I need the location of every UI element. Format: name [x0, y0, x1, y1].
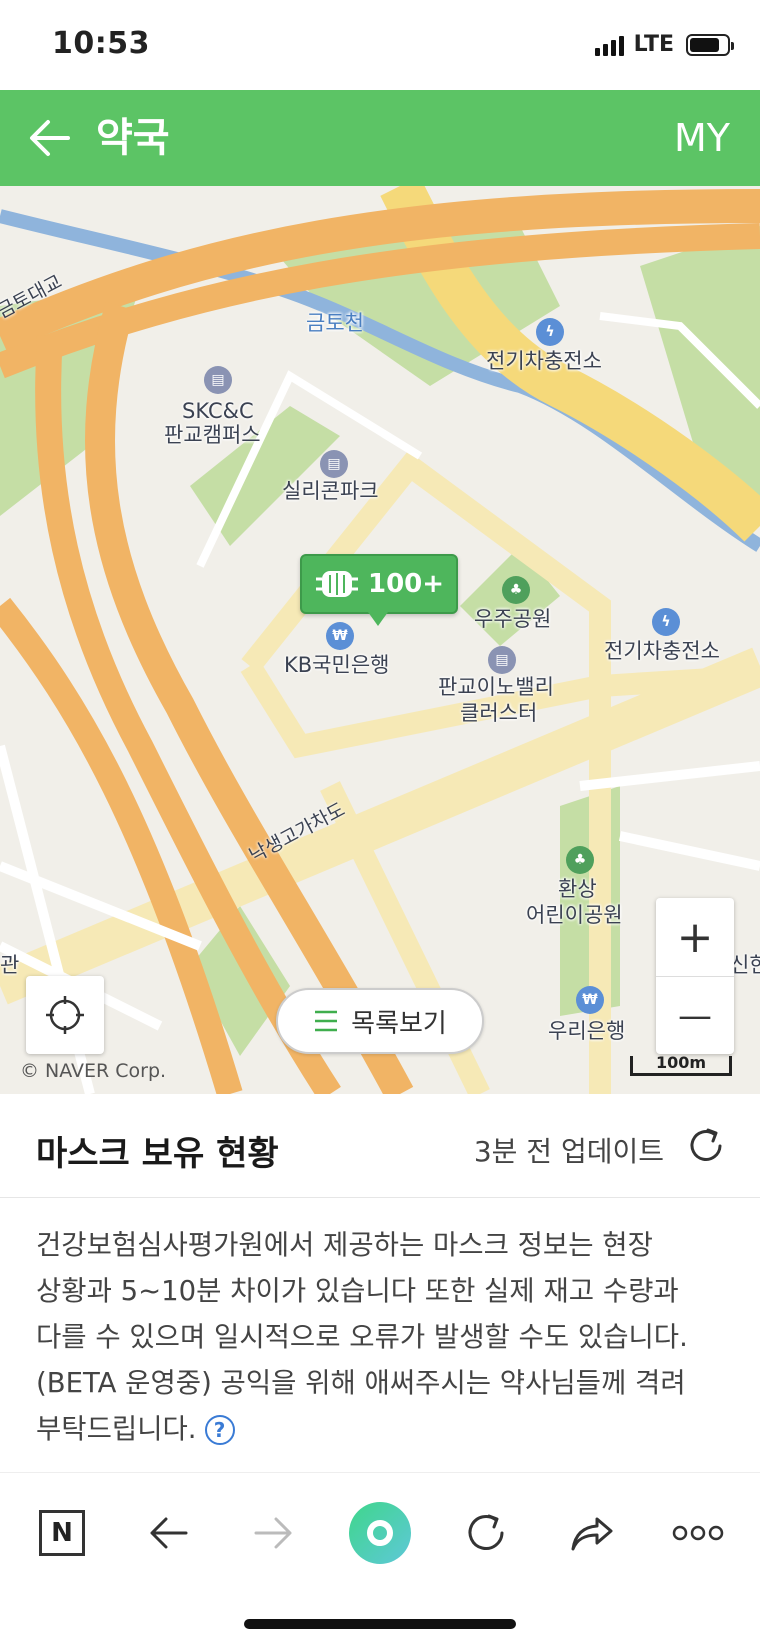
signal-icon	[594, 34, 624, 56]
park-icon: ♣	[502, 576, 530, 604]
zoom-in-button[interactable]: +	[656, 898, 734, 976]
network-type: LTE	[633, 32, 674, 57]
browser-back-button[interactable]	[134, 1499, 202, 1567]
status-indicators: LTE	[594, 32, 734, 57]
browser-share-button[interactable]	[558, 1499, 626, 1567]
ev-station-label: 전기차충전소	[604, 639, 720, 663]
innovalley-label-1: 판교이노밸리	[438, 675, 554, 699]
mask-stock-marker[interactable]: 100+	[300, 554, 458, 626]
naver-logo-text: N	[51, 1518, 73, 1548]
browser-forward-button[interactable]	[240, 1499, 308, 1567]
bank-icon: ₩	[576, 986, 604, 1014]
current-location-button[interactable]	[26, 976, 104, 1054]
refresh-button[interactable]	[684, 1124, 728, 1168]
browser-reload-button[interactable]	[452, 1499, 520, 1567]
browser-more-button[interactable]	[664, 1499, 732, 1567]
forward-icon	[254, 1517, 292, 1549]
more-icon	[672, 1525, 724, 1541]
silicon-park-label: 실리콘파크	[282, 479, 379, 503]
space-park-label: 우주공원	[474, 607, 552, 631]
ev-charging-icon: ϟ	[652, 608, 680, 636]
skcc-label-1: SKC&C	[182, 399, 254, 423]
update-time-text: 3분 전 업데이트	[473, 1135, 664, 1168]
status-time: 10:53	[52, 26, 150, 61]
woori-bank-label: 우리은행	[548, 1019, 626, 1043]
share-icon	[571, 1517, 613, 1551]
page-title: 약국	[96, 115, 170, 161]
green-dot-icon	[349, 1502, 411, 1564]
kids-park-label-1: 환상	[558, 877, 597, 901]
back-button[interactable]	[22, 110, 78, 166]
naver-home-button[interactable]: N	[28, 1499, 96, 1567]
building-icon: ▤	[204, 366, 232, 394]
stream-label: 금토천	[306, 311, 364, 335]
arrow-left-icon	[30, 120, 70, 156]
skcc-label-2: 판교캠퍼스	[164, 423, 261, 447]
app-header: 약국 MY	[0, 90, 760, 186]
battery-icon	[686, 33, 734, 56]
ev-charging-icon: ϟ	[536, 318, 564, 346]
home-indicator	[244, 1619, 516, 1629]
edge-label: 신한	[730, 953, 760, 977]
building-icon: ▤	[488, 646, 516, 674]
map-copyright: © NAVER Corp.	[20, 1060, 167, 1082]
zoom-out-button[interactable]: —	[656, 976, 734, 1054]
help-icon[interactable]: ?	[204, 1415, 235, 1445]
reload-icon	[468, 1514, 504, 1550]
list-view-button[interactable]: 목록보기	[276, 988, 484, 1054]
status-bar: 10:53 LTE	[0, 0, 760, 90]
crosshair-icon	[46, 996, 84, 1034]
edge-label: 관	[0, 953, 20, 977]
notice-text: 건강보험심사평가원에서 제공하는 마스크 정보는 현장 상황과 5~10분 차이…	[36, 1229, 688, 1445]
data-notice: 건강보험심사평가원에서 제공하는 마스크 정보는 현장 상황과 5~10분 차이…	[36, 1222, 726, 1452]
list-icon	[315, 1010, 338, 1032]
browser-toolbar: N	[0, 1472, 760, 1645]
map-view[interactable]: ▤ ▤ ▤ ϟ ϟ ♣ ♣ ₩ ₩ 금토천 금토대교 낙생고가차도 SKC&C …	[0, 186, 760, 1094]
refresh-icon	[690, 1128, 722, 1161]
mask-status-title: 마스크 보유 현황	[36, 1134, 279, 1174]
building-icon: ▤	[320, 450, 348, 478]
list-view-label: 목록보기	[351, 1008, 447, 1039]
my-button[interactable]: MY	[674, 110, 730, 166]
map-scale: 100m	[630, 1055, 732, 1076]
naver-home-icon: N	[39, 1510, 85, 1556]
kb-bank-label: KB국민은행	[284, 653, 390, 677]
innovalley-label-2: 클러스터	[460, 701, 538, 725]
back-icon	[150, 1517, 188, 1549]
park-icon: ♣	[566, 846, 594, 874]
ev-station-label: 전기차충전소	[486, 349, 602, 373]
green-dot-button[interactable]	[346, 1499, 414, 1567]
mask-icon	[316, 571, 358, 597]
mask-count: 100+	[368, 569, 445, 599]
kids-park-label-2: 어린이공원	[526, 903, 623, 927]
bank-icon: ₩	[326, 622, 354, 650]
zoom-control: + —	[656, 898, 734, 1054]
mask-status-header: 마스크 보유 현황 3분 전 업데이트	[0, 1094, 760, 1198]
